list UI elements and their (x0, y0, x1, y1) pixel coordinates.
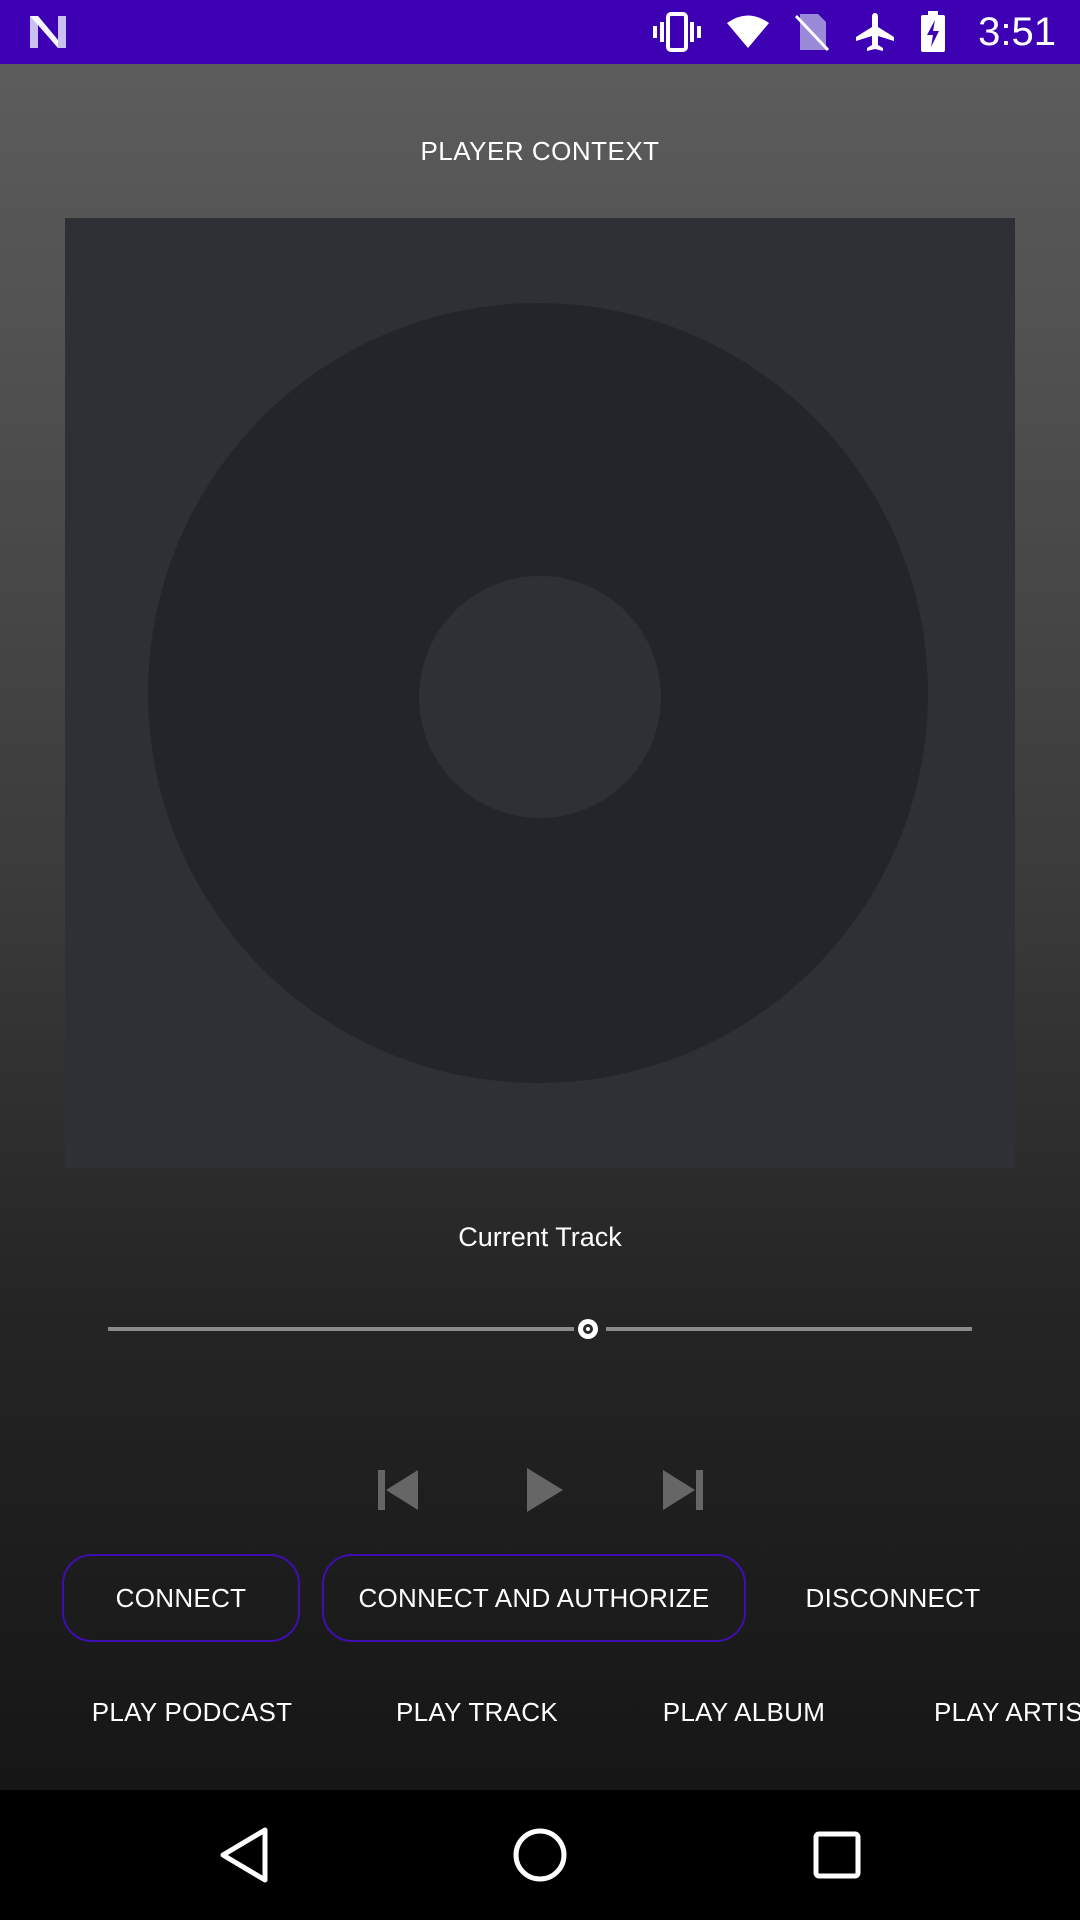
connect-and-authorize-button[interactable]: CONNECT AND AUTHORIZE (322, 1554, 746, 1642)
battery-charging-icon (921, 11, 946, 52)
skip-next-button[interactable] (653, 1460, 713, 1520)
skip-next-icon (663, 1470, 703, 1510)
play-icon (527, 1468, 563, 1512)
status-icons: 3:51 (652, 0, 1056, 64)
cover-art (65, 218, 1015, 1168)
home-button[interactable] (500, 1815, 580, 1895)
skip-previous-icon (378, 1470, 418, 1510)
disc-center (419, 576, 661, 818)
playback-controls (0, 1460, 1080, 1520)
connect-button[interactable]: CONNECT (62, 1554, 300, 1642)
current-track-label: Current Track (458, 1222, 622, 1252)
notification-n-icon (30, 16, 66, 48)
play-button[interactable] (513, 1460, 573, 1520)
play-track-button[interactable]: PLAY TRACK (372, 1670, 582, 1754)
seek-bar-remaining[interactable] (606, 1327, 972, 1331)
recents-icon (813, 1831, 861, 1879)
wifi-icon (727, 15, 770, 48)
play-podcast-button[interactable]: PLAY PODCAST (72, 1670, 312, 1754)
status-bar: 3:51 (0, 0, 1080, 64)
airplane-mode-icon (856, 13, 895, 51)
skip-previous-button[interactable] (368, 1460, 428, 1520)
seek-bar-played[interactable] (108, 1327, 574, 1331)
back-icon (220, 1827, 268, 1883)
vibrate-icon (653, 12, 702, 52)
disc-placeholder-icon (148, 303, 928, 1083)
disconnect-button[interactable]: DISCONNECT (788, 1554, 998, 1642)
status-clock: 3:51 (978, 9, 1056, 54)
player-context-title: PLAYER CONTEXT (420, 136, 660, 166)
recents-button[interactable] (797, 1815, 877, 1895)
play-artist-button[interactable]: PLAY ARTIST (920, 1670, 1080, 1754)
seek-bar-thumb[interactable] (578, 1319, 598, 1339)
home-icon (513, 1828, 567, 1882)
no-sim-icon (795, 14, 830, 52)
navigation-bar (0, 1790, 1080, 1920)
back-button[interactable] (204, 1815, 284, 1895)
play-album-button[interactable]: PLAY ALBUM (640, 1670, 848, 1754)
